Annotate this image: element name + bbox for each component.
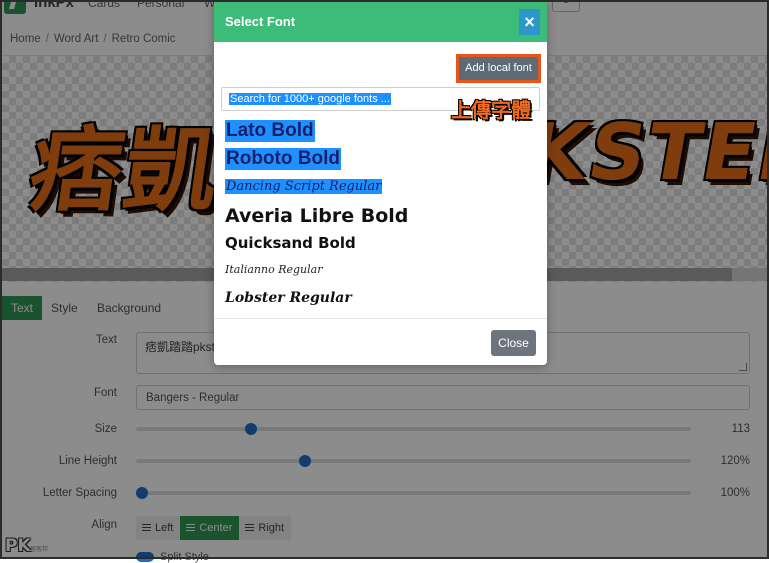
add-local-font-button[interactable]: Add local font	[456, 54, 541, 83]
modal-header: Select Font ×	[214, 2, 547, 42]
font-option-lobster[interactable]: Lobster Regular	[225, 290, 352, 306]
modal-title: Select Font	[225, 14, 296, 29]
font-option-averia-libre-bold[interactable]: Averia Libre Bold	[225, 205, 408, 227]
font-search-placeholder: Search for 1000+ google fonts ...	[229, 93, 391, 105]
close-button[interactable]: Close	[491, 330, 536, 356]
font-option-quicksand-bold[interactable]: Quicksand Bold	[225, 234, 356, 252]
modal-footer-divider	[214, 318, 547, 319]
select-font-modal: Select Font × Add local font Search for …	[214, 2, 547, 365]
font-option-italianno[interactable]: Italianno Regular	[225, 263, 322, 276]
font-option-lato-bold[interactable]: Lato Bold	[225, 120, 315, 142]
close-icon[interactable]: ×	[519, 9, 540, 35]
font-option-roboto-bold[interactable]: Roboto Bold	[225, 148, 341, 170]
upload-font-annotation: 上傳字體	[451, 98, 531, 122]
font-option-dancing-script[interactable]: Dancing Script Regular	[225, 179, 383, 194]
